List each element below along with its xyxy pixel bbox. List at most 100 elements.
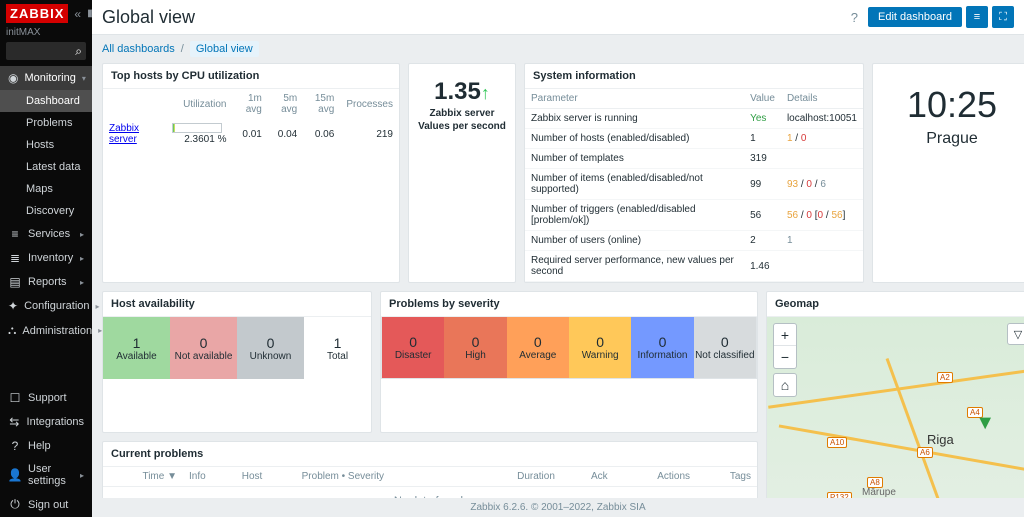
- widget-system-info: System information ParameterValueDetails…: [524, 63, 864, 283]
- user-icon: 👤: [8, 468, 22, 482]
- widget-title: Current problems: [103, 442, 757, 467]
- col-problem[interactable]: Problem • Severity: [296, 467, 470, 486]
- col-host[interactable]: Host: [236, 467, 296, 486]
- clock-city: Prague: [877, 130, 1024, 148]
- chevron-right-icon: ▸: [80, 254, 84, 263]
- page-title: Global view: [102, 7, 195, 28]
- search-input[interactable]: [6, 42, 86, 60]
- nav-inventory[interactable]: ≣Inventory▸: [0, 246, 92, 270]
- search-icon[interactable]: ⌕: [75, 44, 82, 59]
- geomap-canvas[interactable]: A10 A8 P132 A6 A4 A2 Riga Mārupe Baloži …: [767, 317, 1024, 498]
- no-data-message: No data found.: [103, 486, 757, 499]
- edit-dashboard-button[interactable]: Edit dashboard: [868, 7, 962, 27]
- nav-administration[interactable]: ⛬Administration▸: [0, 318, 92, 343]
- nav-support[interactable]: ☐Support: [0, 386, 92, 410]
- chevron-right-icon: ▸: [80, 278, 84, 287]
- widget-top-hosts: Top hosts by CPU utilization Utilization…: [102, 63, 400, 283]
- sev-not-classified: 0Not classified: [694, 317, 756, 378]
- chevron-right-icon: ▸: [80, 471, 84, 480]
- reports-icon: ▤: [8, 275, 22, 289]
- breadcrumb-current: Global view: [190, 41, 259, 57]
- clock-time: 10:25: [877, 84, 1024, 126]
- services-icon: ≡: [8, 227, 22, 241]
- nav-sign-out[interactable]: ⏻Sign out: [0, 492, 92, 517]
- nav-discovery[interactable]: Discovery: [0, 200, 92, 222]
- sev-disaster: 0Disaster: [382, 317, 444, 378]
- vps-label2: Values per second: [413, 121, 511, 132]
- avail-total: 1Total: [304, 317, 371, 379]
- nav-problems[interactable]: Problems: [0, 112, 92, 134]
- widget-title: Problems by severity: [381, 292, 757, 317]
- help-icon[interactable]: ?: [851, 10, 858, 25]
- zoom-controls: + −: [773, 323, 797, 369]
- footer: Zabbix 6.2.6. © 2001–2022, Zabbix SIA: [92, 498, 1024, 517]
- nav-services[interactable]: ≡Services▸: [0, 222, 92, 246]
- logo[interactable]: ZABBIX: [6, 4, 68, 23]
- nav-configuration[interactable]: ✦Configuration▸: [0, 294, 92, 318]
- breadcrumb-all[interactable]: All dashboards: [102, 43, 175, 55]
- widget-host-availability: Host availability 1Available 0Not availa…: [102, 291, 372, 433]
- col-proc: Processes: [340, 89, 399, 119]
- chevron-right-icon: ▸: [80, 230, 84, 239]
- support-icon: ☐: [8, 391, 22, 405]
- nav-integrations[interactable]: ⇆Integrations: [0, 410, 92, 434]
- arrow-up-icon: ↑: [481, 83, 490, 103]
- col-ack[interactable]: Ack: [561, 467, 614, 486]
- vps-label: Zabbix server: [413, 108, 511, 119]
- gear-icon: ✦: [8, 299, 18, 313]
- vps-value: 1.35: [434, 78, 481, 105]
- filter-button[interactable]: ▽: [1007, 323, 1024, 345]
- host-link[interactable]: Zabbix server: [109, 123, 139, 145]
- home-controls: ⌂: [773, 373, 797, 397]
- breadcrumb: All dashboards / Global view: [92, 35, 1024, 63]
- nav-latest[interactable]: Latest data: [0, 156, 92, 178]
- nav-monitoring[interactable]: ◉Monitoring▾: [0, 66, 92, 90]
- avail-not-available: 0Not available: [170, 317, 237, 379]
- fullscreen-button[interactable]: ⛶: [992, 6, 1014, 28]
- col-info[interactable]: Info: [183, 467, 236, 486]
- page-header: Global view ? Edit dashboard ≡ ⛶: [92, 0, 1024, 35]
- col-time[interactable]: Time ▼: [103, 467, 183, 486]
- actions-menu-button[interactable]: ≡: [966, 6, 988, 28]
- admin-icon: ⛬: [8, 323, 16, 338]
- nav-reports[interactable]: ▤Reports▸: [0, 270, 92, 294]
- sev-warning: 0Warning: [569, 317, 631, 378]
- widget-current-problems: Current problems Time ▼ Info Host Proble…: [102, 441, 758, 499]
- tenant-label: initMAX: [0, 27, 92, 42]
- home-button[interactable]: ⌂: [774, 374, 796, 396]
- col-tags[interactable]: Tags: [696, 467, 757, 486]
- zoom-in-button[interactable]: +: [774, 324, 796, 346]
- widget-title: Geomap: [767, 292, 1024, 317]
- sev-information: 0Information: [631, 317, 693, 378]
- col-15m: 15m avg: [303, 89, 340, 119]
- nav-hosts[interactable]: Hosts: [0, 134, 92, 156]
- map-marker-icon[interactable]: ▼: [975, 412, 995, 435]
- col-util: Utilization: [154, 89, 232, 119]
- nav-maps[interactable]: Maps: [0, 178, 92, 200]
- inventory-icon: ≣: [8, 251, 22, 265]
- col-actions[interactable]: Actions: [614, 467, 696, 486]
- power-icon: ⏻: [8, 497, 22, 512]
- sidebar: ZABBIX « ◧ initMAX ⌕ ◉Monitoring▾ Dashbo…: [0, 0, 92, 517]
- help-icon: ?: [8, 439, 22, 453]
- widget-title: Top hosts by CPU utilization: [103, 64, 399, 89]
- sev-high: 0High: [444, 317, 506, 378]
- nav-user-settings[interactable]: 👤User settings▸: [0, 458, 92, 492]
- integrations-icon: ⇆: [8, 415, 21, 429]
- nav-dashboard[interactable]: Dashboard: [0, 90, 92, 112]
- col-5m: 5m avg: [268, 89, 303, 119]
- util-bar: [173, 124, 175, 132]
- widget-problems-severity: Problems by severity 0Disaster 0High 0Av…: [380, 291, 758, 433]
- zoom-out-button[interactable]: −: [774, 346, 796, 368]
- sev-average: 0Average: [507, 317, 569, 378]
- avail-unknown: 0Unknown: [237, 317, 304, 379]
- widget-clock: 10:25 Prague: [872, 63, 1024, 283]
- col-duration[interactable]: Duration: [469, 467, 561, 486]
- widget-vps: 1.35↑ Zabbix server Values per second: [408, 63, 516, 283]
- chevron-down-icon: ▾: [82, 74, 86, 83]
- widget-title: Host availability: [103, 292, 371, 317]
- avail-available: 1Available: [103, 317, 170, 379]
- widget-title: System information: [525, 64, 863, 89]
- nav-help[interactable]: ?Help: [0, 434, 92, 458]
- collapse-icon[interactable]: «: [74, 7, 81, 21]
